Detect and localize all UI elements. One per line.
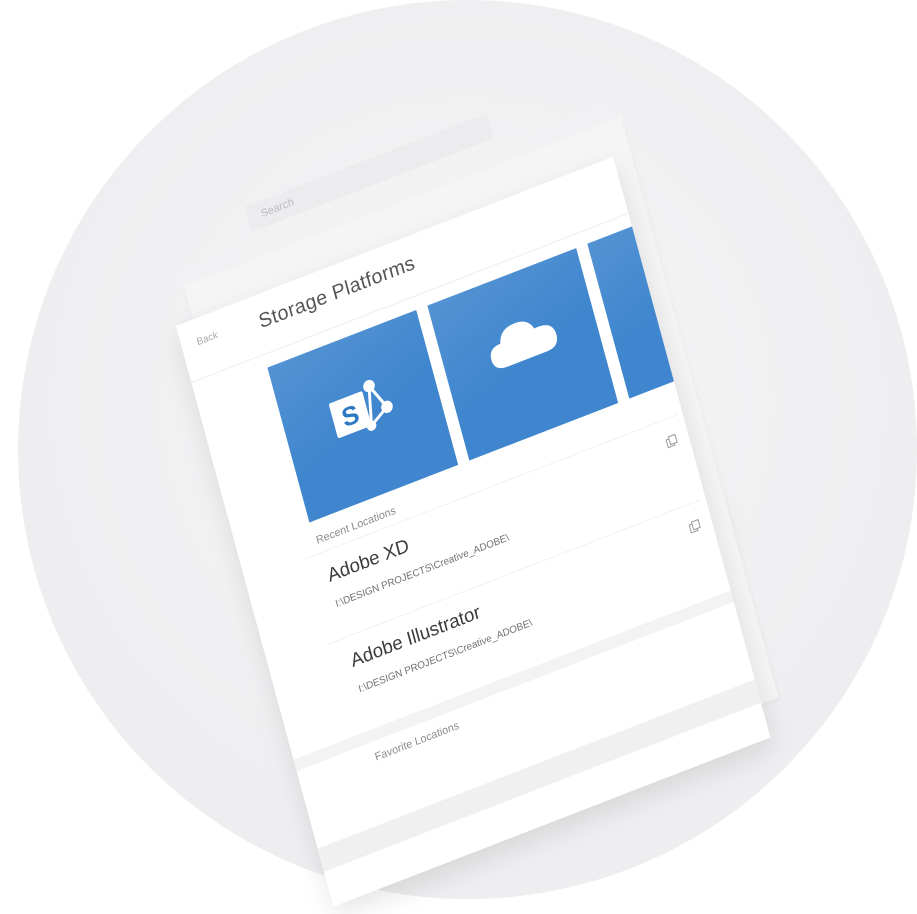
back-button[interactable]: Back [196, 330, 220, 349]
copy-icon[interactable] [664, 433, 678, 449]
stage: Search Back Storage Platforms S Recent L… [0, 0, 917, 914]
copy-icon[interactable] [688, 518, 702, 534]
